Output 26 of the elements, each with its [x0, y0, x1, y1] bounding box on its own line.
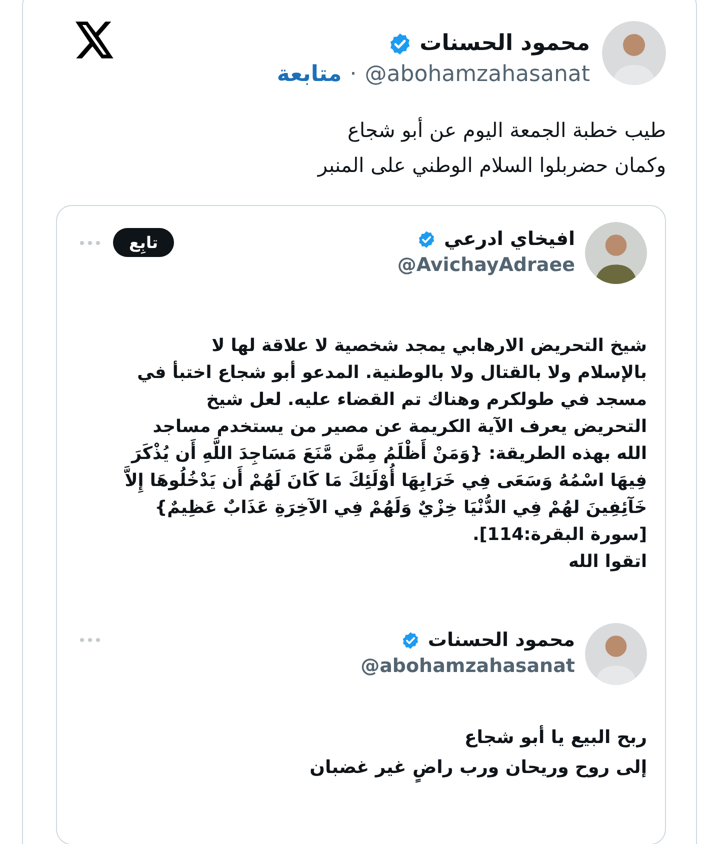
author-handle: @abohamzahasanat	[360, 655, 575, 677]
post-text: إلى روح وريحان ورب راضٍ غير غضبان	[79, 753, 647, 783]
post-text: اتقوا الله	[567, 551, 647, 574]
avatar-icon[interactable]	[602, 21, 666, 85]
avatar-icon[interactable]	[585, 222, 647, 284]
more-icon[interactable]	[79, 637, 101, 643]
post-text: خَآئِفِينَ لهُمْ فِي الدُّنْيَا خِزْيٌ وَلَهُمْ فِي الآخِرَةِ عَذَابٌ عَظِيمٌ}	[79, 494, 647, 521]
more-icon[interactable]	[79, 240, 101, 246]
author-handle: @AvichayAdraee	[396, 254, 575, 276]
post-text: وكمان حضربلوا السلام الوطني على المنبر	[316, 152, 666, 179]
post-text: [سورة البقرة:114].	[472, 524, 647, 547]
author-name[interactable]: محمود الحسنات	[420, 31, 590, 56]
x-logo-icon[interactable]	[75, 21, 115, 59]
post-text: بالإسلام ولا بالقتال ولا بالوطنية. المدعو أبو شجاع اختبأ في	[79, 359, 647, 386]
post-text: التحريض يعرف الآية الكريمة عن مصير من يستخدم مساجد	[152, 416, 647, 437]
author-name[interactable]: محمود الحسنات	[428, 629, 575, 651]
author-name[interactable]: افيخاي ادرعي	[444, 228, 575, 250]
follow-button[interactable]: تابِع	[113, 228, 174, 257]
post-text: ربح البيع يا أبو شجاع	[463, 724, 647, 750]
follow-link[interactable]: متابعة	[276, 62, 342, 87]
post-text: مسجد في طولكرم وهناك تم القضاء عليه. لعل شيخ	[205, 389, 647, 412]
avatar-icon[interactable]	[585, 623, 647, 685]
post-text: شيخ التحريض الارهابي يمجد شخصية لا علاقة لها لا	[210, 335, 647, 358]
post-text: طيب خطبة الجمعة اليوم عن أبو شجاع	[346, 116, 666, 144]
author-handle: @abohamzahasanat	[364, 62, 590, 87]
separator: ·	[350, 62, 357, 87]
